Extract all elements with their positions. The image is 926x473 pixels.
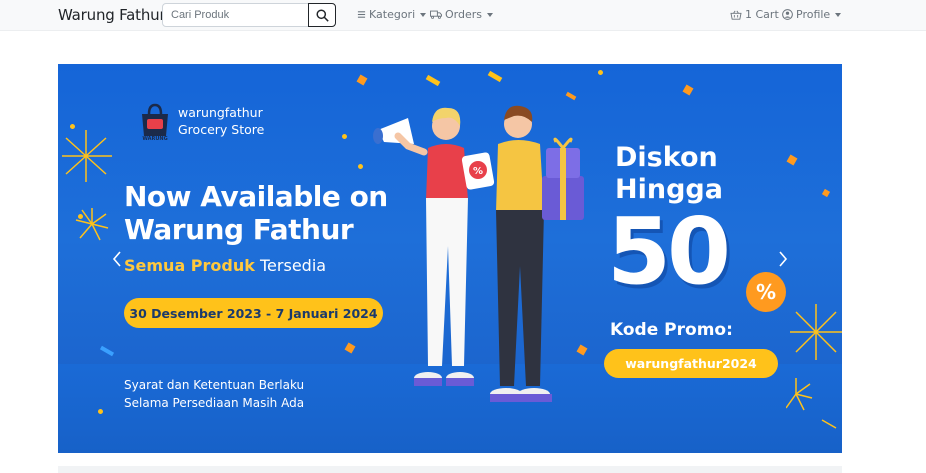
confetti bbox=[786, 154, 798, 166]
orders-dropdown[interactable]: Orders bbox=[430, 8, 493, 21]
search-input[interactable] bbox=[162, 3, 309, 27]
carousel-prev-button[interactable] bbox=[110, 248, 124, 270]
kategori-dropdown[interactable]: Kategori bbox=[357, 8, 427, 21]
banner-subtitle: Semua Produk Tersedia bbox=[124, 256, 326, 275]
diskon-line1: Diskon bbox=[615, 142, 718, 173]
terms-text: Syarat dan Ketentuan Berlaku Selama Pers… bbox=[124, 376, 304, 412]
search-icon bbox=[315, 8, 329, 22]
profile-dropdown[interactable]: Profile bbox=[782, 8, 842, 21]
sign-percent: % bbox=[473, 166, 483, 177]
carousel-next-button[interactable] bbox=[776, 248, 790, 270]
firework-right-icon bbox=[786, 304, 842, 429]
subtitle-rest: Tersedia bbox=[260, 256, 327, 275]
caret-down-icon bbox=[487, 12, 493, 17]
user-circle-icon bbox=[782, 9, 793, 20]
list-icon bbox=[357, 11, 366, 18]
terms-line2: Selama Persediaan Masih Ada bbox=[124, 396, 305, 410]
confetti bbox=[821, 188, 831, 198]
date-range-badge: 30 Desember 2023 - 7 Januari 2024 bbox=[124, 298, 383, 328]
shoppers-illustration: % bbox=[373, 105, 584, 402]
truck-icon bbox=[430, 10, 442, 19]
confetti bbox=[487, 70, 503, 83]
orders-label: Orders bbox=[445, 8, 482, 21]
store-name-line2: Grocery Store bbox=[178, 122, 265, 137]
confetti bbox=[357, 163, 364, 170]
terms-line1: Syarat dan Ketentuan Berlaku bbox=[124, 378, 305, 392]
confetti bbox=[425, 74, 441, 87]
promo-banner-carousel[interactable]: WARUNG warungfathur Grocery Store Now Av… bbox=[58, 64, 842, 453]
cart-link[interactable]: 1 Cart bbox=[730, 8, 779, 21]
confetti bbox=[682, 84, 694, 96]
subtitle-highlight: Semua Produk bbox=[124, 256, 255, 275]
svg-text:WARUNG: WARUNG bbox=[142, 136, 167, 142]
chevron-left-icon bbox=[112, 251, 121, 267]
firework-left-icon bbox=[62, 130, 112, 241]
store-logo-icon: WARUNG bbox=[142, 103, 168, 142]
promo-code-label: Kode Promo: bbox=[610, 320, 733, 340]
kategori-label: Kategori bbox=[369, 8, 416, 21]
content-section-top bbox=[58, 466, 842, 473]
confetti bbox=[344, 342, 356, 354]
navbar: Warung Fathur Kategori Orders bbox=[0, 0, 926, 31]
brand-link[interactable]: Warung Fathur bbox=[58, 6, 166, 24]
headline-line2: Warung Fathur bbox=[124, 213, 354, 246]
confetti bbox=[597, 69, 604, 76]
discount-value: 50 bbox=[607, 198, 731, 305]
store-name-line1: warungfathur bbox=[178, 105, 263, 120]
confetti bbox=[341, 133, 348, 140]
cart-label: 1 Cart bbox=[745, 8, 779, 21]
discount-heading: Diskon Hingga bbox=[615, 142, 723, 206]
banner-headline: Now Available on Warung Fathur bbox=[124, 180, 388, 246]
search-button[interactable] bbox=[308, 3, 336, 27]
basket-icon bbox=[730, 10, 742, 20]
percent-badge: % bbox=[746, 272, 786, 312]
profile-label: Profile bbox=[796, 8, 831, 21]
headline-line1: Now Available on bbox=[124, 180, 388, 213]
store-name: warungfathur Grocery Store bbox=[178, 104, 264, 138]
caret-down-icon bbox=[420, 12, 427, 17]
caret-down-icon bbox=[835, 12, 842, 17]
chevron-right-icon bbox=[779, 251, 788, 267]
confetti bbox=[99, 345, 115, 357]
confetti bbox=[356, 74, 368, 86]
promo-code-badge: warungfathur2024 bbox=[604, 349, 778, 378]
